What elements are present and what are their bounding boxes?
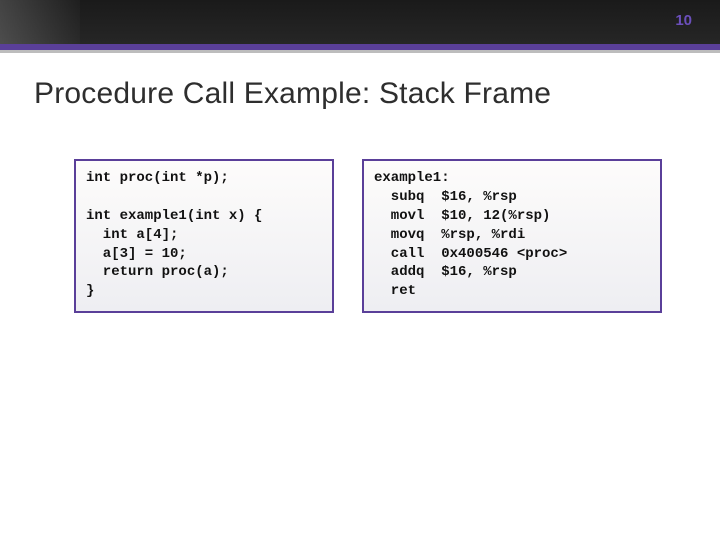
top-bar-highlight bbox=[0, 0, 80, 44]
slide-top-bar: 10 bbox=[0, 0, 720, 44]
content-area: int proc(int *p); int example1(int x) { … bbox=[0, 111, 720, 313]
slide-title: Procedure Call Example: Stack Frame bbox=[0, 53, 720, 111]
page-number: 10 bbox=[675, 12, 692, 29]
asm-code-box: example1: subq $16, %rsp movl $10, 12(%r… bbox=[362, 159, 662, 313]
c-code-box: int proc(int *p); int example1(int x) { … bbox=[74, 159, 334, 313]
